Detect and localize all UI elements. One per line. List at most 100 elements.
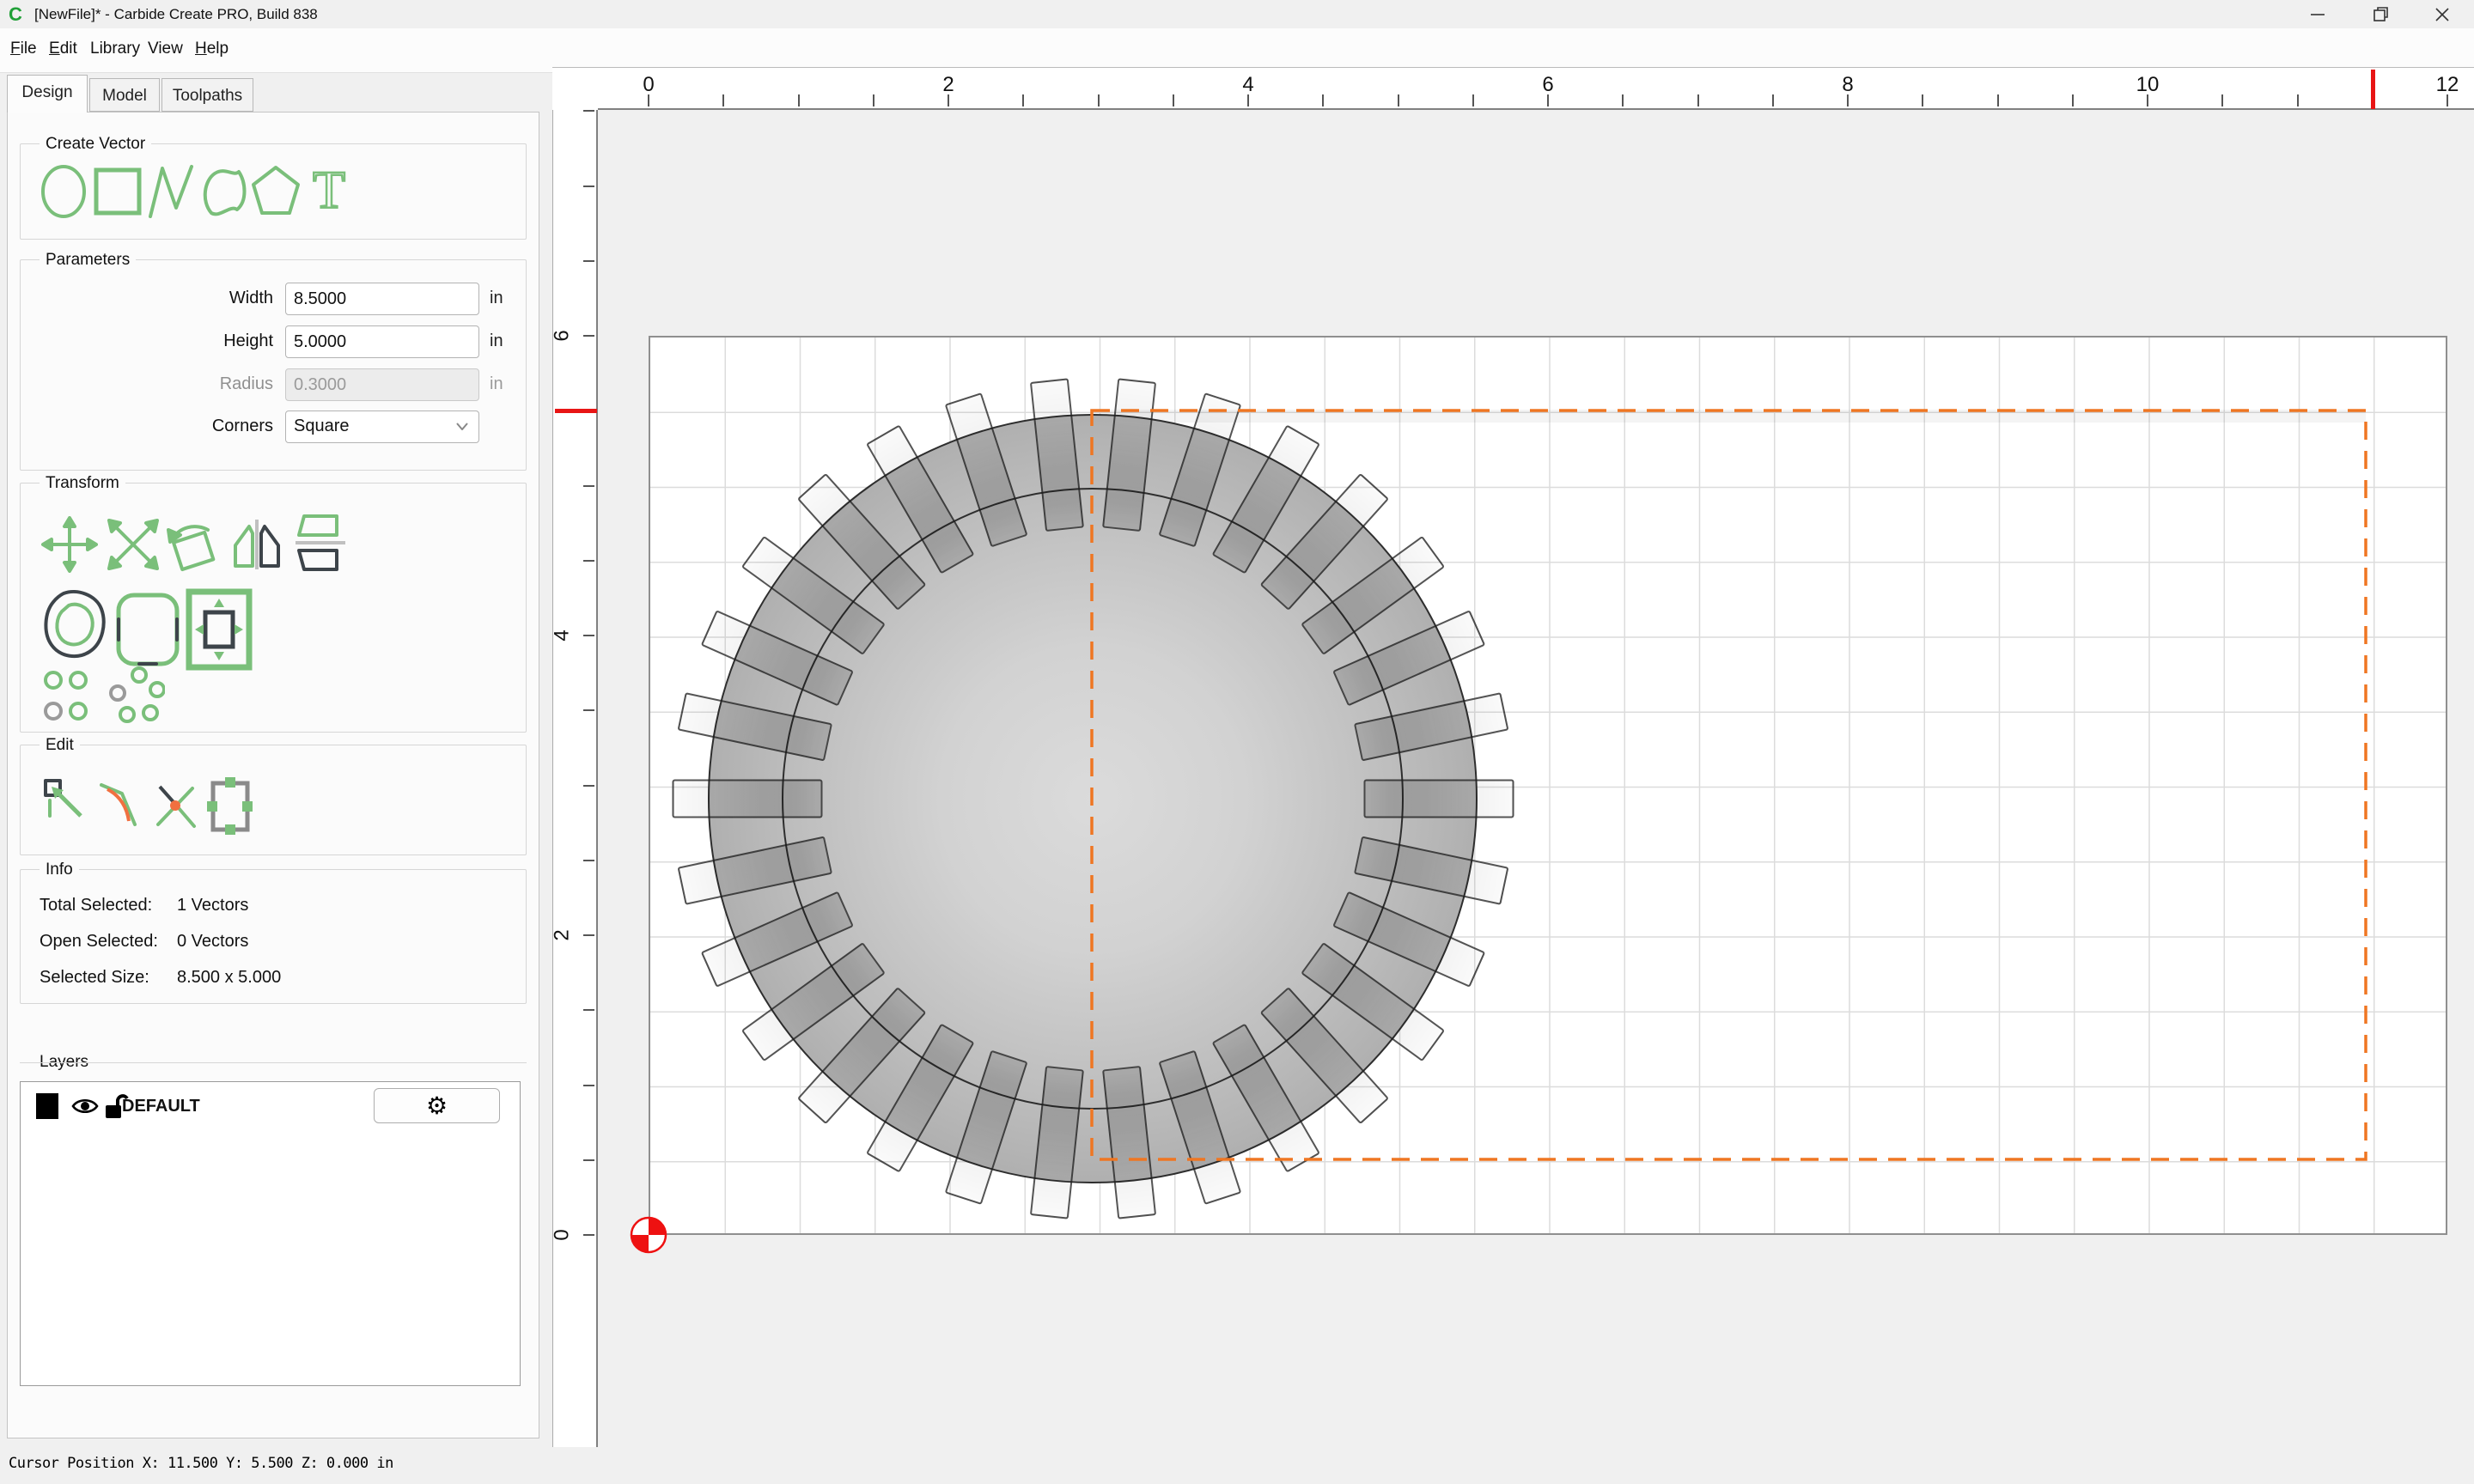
- ruler-tick: [798, 94, 800, 106]
- menu-help[interactable]: Help: [195, 40, 229, 58]
- ruler-label: 2: [942, 73, 954, 97]
- ruler-label: 12: [2436, 73, 2459, 97]
- ruler-tick: [873, 94, 874, 106]
- visibility-eye-icon[interactable]: [70, 1094, 100, 1118]
- selection-overlay: [598, 110, 2474, 1447]
- info-group: Info Total Selected:1 Vectors Open Selec…: [20, 869, 527, 1004]
- polyline-tool-icon[interactable]: [146, 163, 196, 220]
- grid-array-tool-icon[interactable]: [41, 669, 98, 724]
- close-button[interactable]: [2415, 0, 2470, 28]
- ruler-tick: [583, 1159, 594, 1161]
- ruler-tick: [583, 709, 594, 711]
- text-tool-icon[interactable]: T: [304, 163, 354, 220]
- menu-library[interactable]: Library: [90, 40, 140, 58]
- ruler-label: 2: [551, 929, 575, 940]
- ruler-tick: [583, 110, 594, 112]
- transform-group: Transform: [20, 483, 527, 733]
- info-total-selected: Total Selected:1 Vectors: [40, 896, 152, 915]
- origin-marker[interactable]: [630, 1216, 667, 1254]
- height-unit: in: [490, 331, 503, 351]
- ruler-tick: [1997, 94, 1999, 106]
- polygon-tool-icon[interactable]: [251, 163, 301, 220]
- transform-title: Transform: [40, 474, 125, 493]
- minimize-icon: [2309, 6, 2326, 23]
- edit-curve-tool-icon[interactable]: [96, 776, 148, 840]
- height-input[interactable]: [285, 325, 479, 358]
- inset-tool-icon[interactable]: [186, 588, 253, 671]
- ruler-tick: [583, 485, 594, 487]
- circle-tool-icon[interactable]: [40, 163, 89, 220]
- info-open-selected: Open Selected:0 Vectors: [40, 932, 158, 952]
- info-title: Info: [40, 861, 79, 879]
- horizontal-ruler: 024681012: [552, 67, 2474, 110]
- title-bar: C [NewFile]* - Carbide Create PRO, Build…: [0, 0, 2474, 28]
- gear-icon: ⚙: [426, 1092, 448, 1119]
- rectangle-tool-icon[interactable]: [93, 163, 143, 220]
- window-title: [NewFile]* - Carbide Create PRO, Build 8…: [34, 6, 318, 23]
- node-edit-tool-icon[interactable]: [41, 776, 93, 840]
- ruler-label: 4: [1242, 73, 1253, 97]
- selection-rectangle[interactable]: [1092, 411, 2366, 1159]
- curve-tool-icon[interactable]: [199, 163, 249, 220]
- ruler-label: 0: [551, 1229, 575, 1240]
- ruler-tick: [1622, 94, 1624, 106]
- design-panel: Create Vector T Parameters Wid: [7, 112, 539, 1438]
- mirror-horizontal-tool-icon[interactable]: [229, 516, 285, 573]
- ruler-corner: [552, 67, 598, 110]
- layers-list: DEFAULT ⚙: [20, 1081, 521, 1386]
- trim-tool-icon[interactable]: [148, 776, 201, 840]
- layer-row-default[interactable]: DEFAULT ⚙: [21, 1087, 520, 1130]
- flip-vertical-tool-icon[interactable]: [292, 511, 349, 573]
- layer-color-swatch[interactable]: [36, 1093, 58, 1119]
- height-label: Height: [101, 331, 273, 351]
- width-unit: in: [490, 289, 503, 308]
- move-tool-icon[interactable]: [41, 516, 98, 573]
- ruler-label: 4: [551, 629, 575, 641]
- corners-value: Square: [294, 417, 350, 435]
- ruler-tick: [583, 186, 594, 187]
- menu-view[interactable]: View: [148, 40, 183, 58]
- radius-unit: in: [490, 374, 503, 394]
- design-canvas[interactable]: [598, 110, 2474, 1447]
- restore-button[interactable]: [2354, 0, 2409, 28]
- layer-name: DEFAULT: [122, 1097, 200, 1116]
- cursor-x-indicator: [2371, 70, 2375, 109]
- ruler-tick: [1173, 94, 1174, 106]
- ruler-tick: [583, 785, 594, 787]
- circular-array-tool-icon[interactable]: [108, 666, 165, 726]
- minimize-button[interactable]: [2290, 0, 2345, 28]
- resize-node-tool-icon[interactable]: [204, 775, 256, 840]
- cursor-y-indicator: [555, 409, 597, 413]
- scale-tool-icon[interactable]: [105, 516, 161, 573]
- corners-select[interactable]: Square: [285, 411, 479, 443]
- ruler-label: 6: [551, 330, 575, 341]
- ruler-tick: [583, 860, 594, 861]
- ruler-label: 6: [1542, 73, 1553, 97]
- status-bar: Cursor Position X: 11.500 Y: 5.500 Z: 0.…: [0, 1447, 2474, 1484]
- tab-toolpaths[interactable]: Toolpaths: [161, 78, 253, 112]
- rotate-tool-icon[interactable]: [163, 516, 223, 573]
- tab-model[interactable]: Model: [89, 78, 160, 112]
- tab-design[interactable]: Design: [7, 75, 88, 113]
- ruler-tick: [1398, 94, 1399, 106]
- menu-file[interactable]: File: [10, 40, 37, 58]
- ruler-label: 0: [643, 73, 654, 97]
- layer-settings-button[interactable]: ⚙: [374, 1088, 500, 1123]
- radius-label: Radius: [101, 374, 273, 394]
- ruler-label: 10: [2136, 73, 2160, 97]
- ruler-tick: [583, 260, 594, 262]
- ruler-tick: [583, 1009, 594, 1011]
- width-input[interactable]: [285, 283, 479, 315]
- radius-input: [285, 368, 479, 401]
- fillet-tool-icon[interactable]: [113, 590, 182, 669]
- width-label: Width: [101, 289, 273, 308]
- svg-text:T: T: [313, 163, 345, 220]
- create-vector-title: Create Vector: [40, 135, 151, 154]
- ruler-tick: [722, 94, 724, 106]
- cursor-position-text: Cursor Position X: 11.500 Y: 5.500 Z: 0.…: [9, 1455, 393, 1472]
- parameters-title: Parameters: [40, 251, 136, 270]
- offset-tool-icon[interactable]: [40, 587, 110, 669]
- ruler-tick: [1022, 94, 1024, 106]
- corners-label: Corners: [101, 417, 273, 436]
- menu-edit[interactable]: Edit: [49, 40, 77, 58]
